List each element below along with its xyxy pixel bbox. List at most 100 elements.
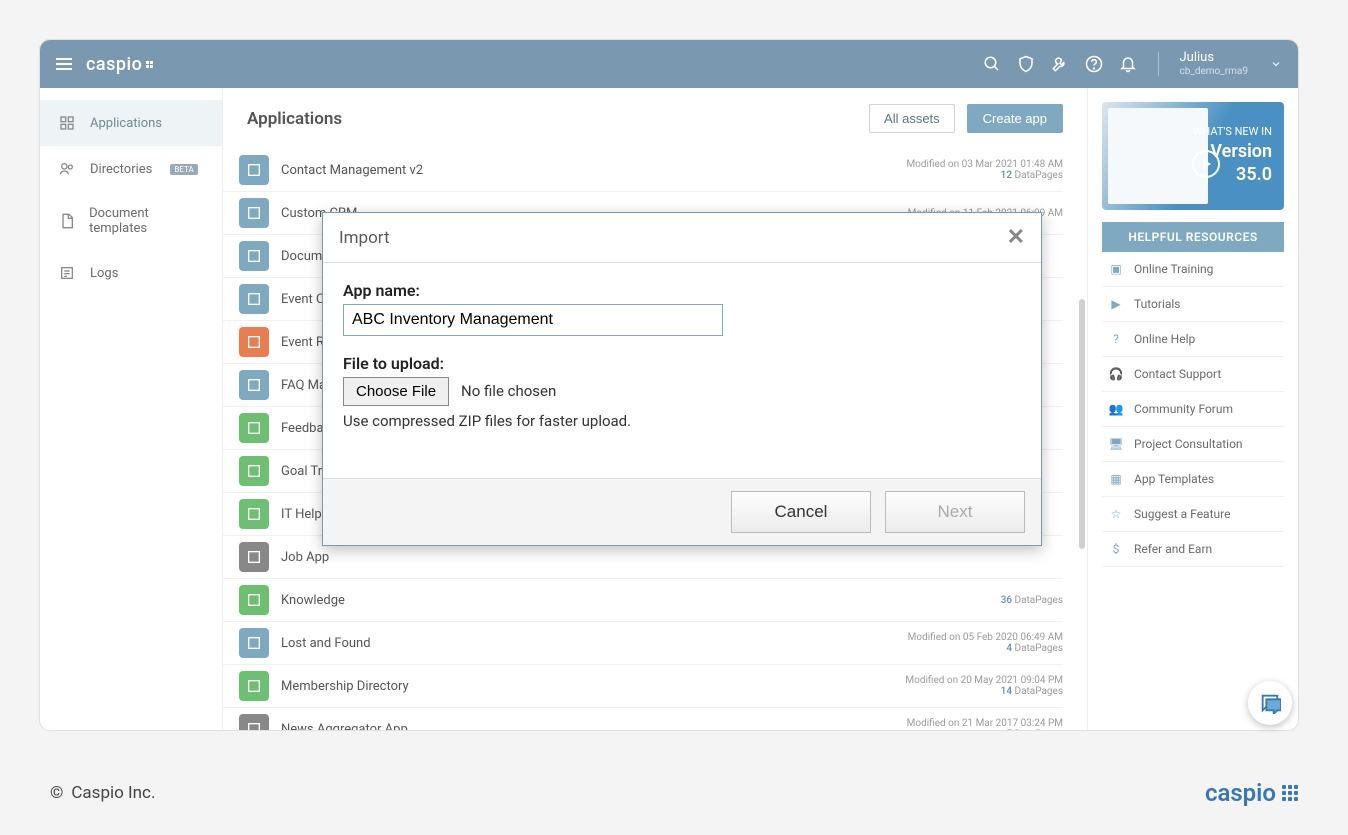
wrench-icon[interactable]	[1050, 54, 1070, 74]
sidebar-item-applications[interactable]: Applications	[40, 100, 222, 146]
app-name: Knowledge	[281, 593, 345, 608]
upload-hint: Use compressed ZIP files for faster uplo…	[343, 412, 1021, 430]
resource-icon: ▦	[1108, 471, 1124, 487]
app-name: Contact Management v2	[281, 163, 423, 178]
apps-icon	[58, 114, 76, 132]
topbar: caspio Julius cb_demo_rma9	[40, 40, 1298, 88]
app-datapages: 12 DataPages	[906, 170, 1063, 181]
cancel-button[interactable]: Cancel	[731, 491, 871, 533]
app-modified: Modified on 03 Mar 2021 01:48 AM	[906, 159, 1063, 170]
page-title: Applications	[247, 109, 857, 129]
app-icon	[239, 241, 269, 271]
footer-logo: caspio	[1205, 779, 1298, 807]
choose-file-button[interactable]: Choose File	[343, 377, 449, 406]
app-datapages: 14 DataPages	[905, 686, 1063, 697]
app-icon	[239, 327, 269, 357]
resource-label: Tutorials	[1134, 297, 1181, 311]
app-row[interactable]: Lost and Found Modified on 05 Feb 2020 0…	[223, 622, 1063, 665]
resource-item[interactable]: 👥Community Forum	[1102, 392, 1284, 427]
app-icon	[239, 585, 269, 615]
app-name-input[interactable]	[343, 304, 723, 336]
resources-header: HELPFUL RESOURCES	[1102, 222, 1284, 252]
app-icon	[239, 413, 269, 443]
resource-icon: ▣	[1108, 261, 1124, 277]
search-icon[interactable]	[982, 54, 1002, 74]
logs-icon	[58, 264, 76, 282]
resource-icon: 🖥	[1108, 436, 1124, 452]
bell-icon[interactable]	[1118, 54, 1138, 74]
beta-badge: BETA	[170, 164, 197, 175]
resource-item[interactable]: ☆Suggest a Feature	[1102, 497, 1284, 532]
app-icon	[239, 198, 269, 228]
resource-item[interactable]: ▦App Templates	[1102, 462, 1284, 497]
resource-item[interactable]: 🖥 Project Consultation	[1102, 427, 1284, 462]
app-row[interactable]: Membership Directory Modified on 20 May …	[223, 665, 1063, 708]
sidebar-item-label: Logs	[90, 266, 118, 281]
user-menu[interactable]: Julius cb_demo_rma9	[1179, 51, 1248, 76]
app-icon	[239, 284, 269, 314]
resource-item[interactable]: ▣ Online Training	[1102, 252, 1284, 287]
app-icon	[239, 714, 269, 730]
app-icon	[239, 628, 269, 658]
all-assets-button[interactable]: All assets	[869, 104, 955, 133]
app-modified: Modified on 05 Feb 2020 06:49 AM	[908, 632, 1063, 643]
company-name: Caspio Inc.	[71, 783, 155, 803]
scrollbar[interactable]	[1079, 299, 1085, 549]
app-name-label: App name:	[343, 281, 1021, 300]
sidebar: Applications Directories BETA Document t…	[40, 88, 222, 730]
sidebar-item-label: Applications	[90, 116, 162, 131]
resource-label: Online Training	[1134, 262, 1213, 276]
app-name: Job App	[281, 550, 329, 565]
resource-icon: ☆	[1108, 506, 1124, 522]
file-upload-label: File to upload:	[343, 354, 1021, 373]
resource-label: Online Help	[1134, 332, 1195, 346]
file-status: No file chosen	[461, 382, 556, 400]
sidebar-item-document-templates[interactable]: Document templates	[40, 192, 222, 250]
next-button[interactable]: Next	[885, 491, 1025, 533]
app-icon	[239, 542, 269, 572]
sidebar-item-directories[interactable]: Directories BETA	[40, 146, 222, 192]
create-app-button[interactable]: Create app	[967, 104, 1063, 133]
resource-icon: $	[1108, 541, 1124, 557]
resource-label: Community Forum	[1134, 402, 1233, 416]
app-datapages: 4 DataPages	[908, 643, 1063, 654]
app-name: Event R	[281, 335, 324, 350]
app-icon	[239, 370, 269, 400]
app-row[interactable]: Knowledge 36 DataPages	[223, 579, 1063, 622]
app-name: Event C	[281, 292, 324, 307]
resources-list: ▣ Online Training ▶Tutorials? Online Help 🎧C…	[1102, 252, 1284, 567]
app-icon	[239, 671, 269, 701]
chevron-down-icon[interactable]	[1270, 55, 1282, 74]
user-name: Julius	[1179, 51, 1248, 65]
app-modified: Modified on 20 May 2021 09:04 PM	[905, 675, 1063, 686]
help-icon[interactable]	[1084, 54, 1104, 74]
app-row[interactable]: News Aggregator App Modified on 21 Mar 2…	[223, 708, 1063, 730]
sidebar-item-label: Directories	[90, 162, 152, 177]
resource-label: Contact Support	[1134, 367, 1221, 381]
document-icon	[58, 212, 75, 230]
chat-button[interactable]	[1248, 681, 1292, 725]
promo-banner[interactable]: WHAT'S NEW IN Version 35.0	[1102, 102, 1284, 210]
footer: © Caspio Inc. caspio	[50, 779, 1298, 807]
sidebar-item-logs[interactable]: Logs	[40, 250, 222, 296]
resource-label: Project Consultation	[1134, 437, 1243, 451]
app-row[interactable]: Contact Management v2 Modified on 03 Mar…	[223, 149, 1063, 192]
menu-icon[interactable]	[56, 58, 72, 70]
app-name: FAQ Ma	[281, 378, 326, 393]
app-datapages: 36 DataPages	[1001, 595, 1063, 606]
resource-item[interactable]: ? Online Help	[1102, 322, 1284, 357]
app-name: News Aggregator App	[281, 722, 408, 731]
sidebar-item-label: Document templates	[89, 206, 204, 236]
app-name: Lost and Found	[281, 636, 371, 651]
app-icon	[239, 155, 269, 185]
resource-item[interactable]: 🎧Contact Support	[1102, 357, 1284, 392]
right-column: WHAT'S NEW IN Version 35.0 HELPFUL RESOU…	[1088, 88, 1298, 730]
modal-title: Import	[339, 228, 390, 248]
close-icon[interactable]: ✕	[1007, 225, 1025, 250]
resource-icon: ?	[1108, 331, 1124, 347]
shield-icon[interactable]	[1016, 54, 1036, 74]
brand-logo: caspio	[86, 54, 153, 75]
resource-item[interactable]: $Refer and Earn	[1102, 532, 1284, 567]
app-modified: Modified on 21 Mar 2017 03:24 PM	[907, 718, 1063, 729]
resource-item[interactable]: ▶Tutorials	[1102, 287, 1284, 322]
